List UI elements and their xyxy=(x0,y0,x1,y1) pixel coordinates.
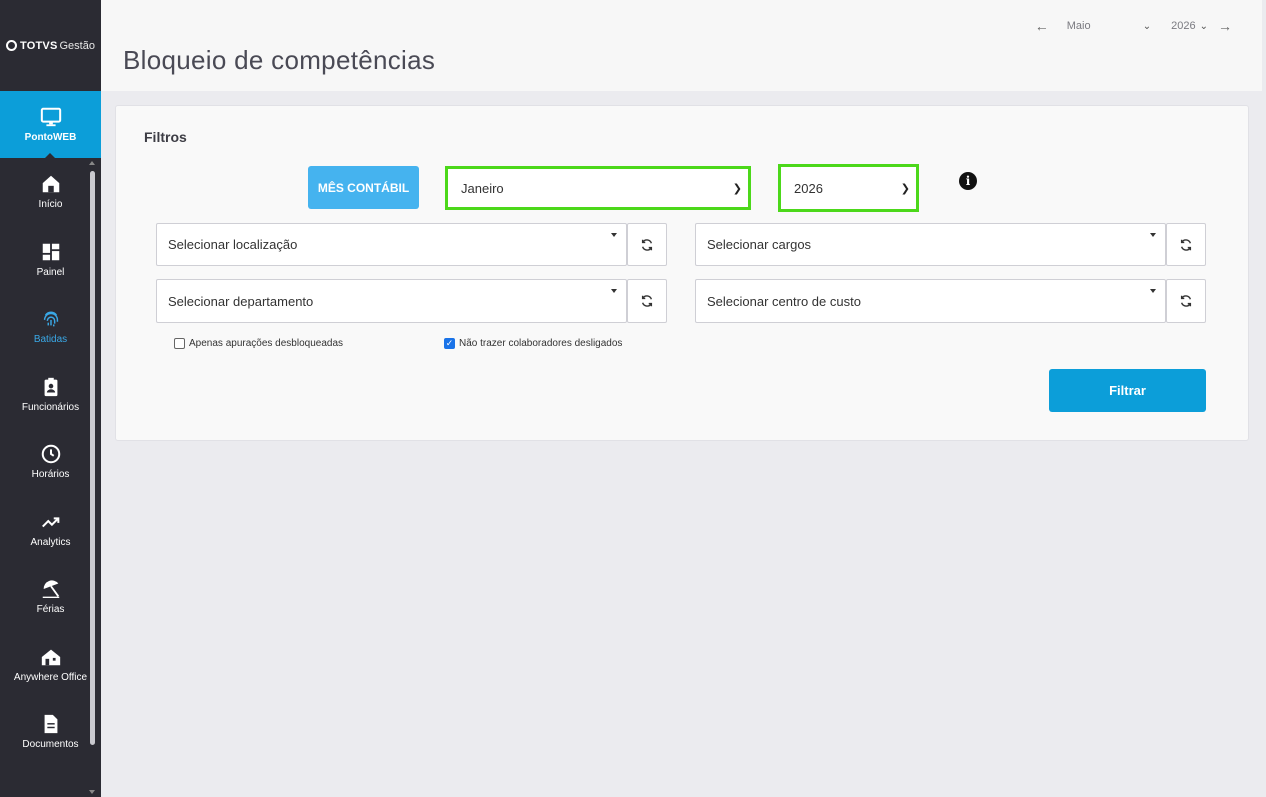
chevron-down-icon: ❯ xyxy=(900,182,910,195)
sidebar-item-painel[interactable]: Painel xyxy=(0,226,101,294)
centro-custo-label: Selecionar centro de custo xyxy=(707,293,861,309)
checkbox-unchecked[interactable] xyxy=(174,338,185,349)
totvs-logo[interactable]: TOTVS Gestão xyxy=(0,0,101,91)
chk-desbloqueadas[interactable]: Apenas apurações desbloqueadas xyxy=(174,338,343,349)
sidebar-item-label: Anywhere Office xyxy=(13,671,88,683)
month-select-value: Janeiro xyxy=(461,180,504,196)
centro-custo-dropdown[interactable]: Selecionar centro de custo xyxy=(695,279,1166,323)
logo-brand: TOTVS xyxy=(20,39,58,52)
localizacao-refresh-button[interactable] xyxy=(627,223,667,266)
sidebar: TOTVS Gestão PontoWEB Início Painel Bati… xyxy=(0,0,101,797)
refresh-icon xyxy=(641,238,653,251)
chk-desbloqueadas-label: Apenas apurações desbloqueadas xyxy=(189,338,344,349)
trend-icon xyxy=(41,517,59,528)
departamento-refresh-button[interactable] xyxy=(627,279,667,323)
sidebar-item-inicio[interactable]: Início xyxy=(0,158,101,226)
mes-contabil-button[interactable]: MÊS CONTÁBIL xyxy=(308,166,419,209)
caret-down-icon xyxy=(611,289,617,293)
filters-title: Filtros xyxy=(144,129,187,145)
refresh-icon xyxy=(1180,295,1192,307)
sidebar-item-label: Férias xyxy=(36,604,65,616)
sidebar-item-label: Início xyxy=(38,199,63,211)
sidebar-item-ferias[interactable]: Férias xyxy=(0,563,101,631)
page-title: Bloqueio de competências xyxy=(123,45,436,75)
sidebar-item-label: PontoWEB xyxy=(24,132,77,143)
sidebar-item-batidas[interactable]: Batidas xyxy=(0,293,101,361)
checkbox-checked[interactable] xyxy=(444,338,455,349)
home-icon xyxy=(42,176,59,193)
badge-icon xyxy=(44,377,57,396)
clock-icon xyxy=(41,444,60,464)
arrow-right-icon[interactable]: → xyxy=(1218,18,1232,34)
sidebar-item-pontoweb[interactable]: PontoWEB xyxy=(0,91,101,159)
logo-ring-icon xyxy=(6,40,18,51)
chevron-down-icon: ❯ xyxy=(732,182,742,195)
cargos-dropdown[interactable]: Selecionar cargos xyxy=(695,223,1166,266)
departamento-label: Selecionar departamento xyxy=(168,293,314,309)
localizacao-dropdown[interactable]: Selecionar localização xyxy=(156,223,627,266)
chk-desligados-label: Não trazer colaboradores desligados xyxy=(459,338,623,349)
chevron-down-icon[interactable]: ⌄ xyxy=(1200,21,1208,32)
sidebar-item-label: Horários xyxy=(31,469,70,481)
year-select-value: 2026 xyxy=(794,180,823,196)
dashboard-icon xyxy=(42,243,59,260)
page-header: Bloqueio de competências ← Maio ⌄ 2026 ⌄… xyxy=(101,0,1262,91)
sidebar-item-horarios[interactable]: Horários xyxy=(0,428,101,496)
departamento-dropdown[interactable]: Selecionar departamento xyxy=(156,279,627,323)
sidebar-item-anywhere-office[interactable]: Anywhere Office xyxy=(0,631,101,699)
filters-panel: Filtros MÊS CONTÁBIL Janeiro ❯ 2026 ❯ i … xyxy=(115,105,1249,441)
sidebar-item-label: Analytics xyxy=(30,536,71,548)
logo-sub: Gestão xyxy=(59,39,95,52)
document-icon xyxy=(44,715,57,734)
localizacao-label: Selecionar localização xyxy=(168,237,298,252)
caret-down-icon xyxy=(611,233,617,237)
chk-desligados[interactable]: Não trazer colaboradores desligados xyxy=(444,338,622,349)
sidebar-item-documentos[interactable]: Documentos xyxy=(0,698,101,766)
refresh-icon xyxy=(1180,238,1192,251)
period-selector: ← Maio ⌄ 2026 ⌄ → xyxy=(1035,18,1232,34)
arrow-left-icon[interactable]: ← xyxy=(1035,18,1049,34)
year-select[interactable]: 2026 ❯ xyxy=(778,164,919,212)
sidebar-scrollbar[interactable] xyxy=(90,171,95,745)
info-icon[interactable]: i xyxy=(959,172,977,190)
scroll-up-arrow[interactable] xyxy=(89,161,95,165)
scroll-down-arrow[interactable] xyxy=(89,790,95,794)
sidebar-item-label: Painel xyxy=(36,266,65,278)
monitor-icon xyxy=(40,107,61,127)
sidebar-item-analytics[interactable]: Analytics xyxy=(0,496,101,564)
centro-custo-refresh-button[interactable] xyxy=(1166,279,1206,323)
chevron-down-icon[interactable]: ⌄ xyxy=(1143,21,1151,32)
sidebar-item-label: Batidas xyxy=(33,334,68,346)
cargos-refresh-button[interactable] xyxy=(1166,223,1206,266)
caret-down-icon xyxy=(1150,289,1156,293)
period-year[interactable]: 2026 xyxy=(1171,20,1195,32)
refresh-icon xyxy=(641,295,653,307)
caret-down-icon xyxy=(1150,233,1156,237)
sidebar-item-label: Documentos xyxy=(22,739,79,751)
filtrar-button[interactable]: Filtrar xyxy=(1049,369,1206,412)
cargos-label: Selecionar cargos xyxy=(707,237,812,252)
umbrella-icon xyxy=(42,580,59,599)
house-icon xyxy=(41,649,60,665)
month-select[interactable]: Janeiro ❯ xyxy=(445,166,751,210)
sidebar-item-label: Funcionários xyxy=(21,401,80,413)
fingerprint-icon xyxy=(43,311,58,327)
period-month[interactable]: Maio xyxy=(1067,20,1139,32)
sidebar-item-funcionarios[interactable]: Funcionários xyxy=(0,361,101,429)
